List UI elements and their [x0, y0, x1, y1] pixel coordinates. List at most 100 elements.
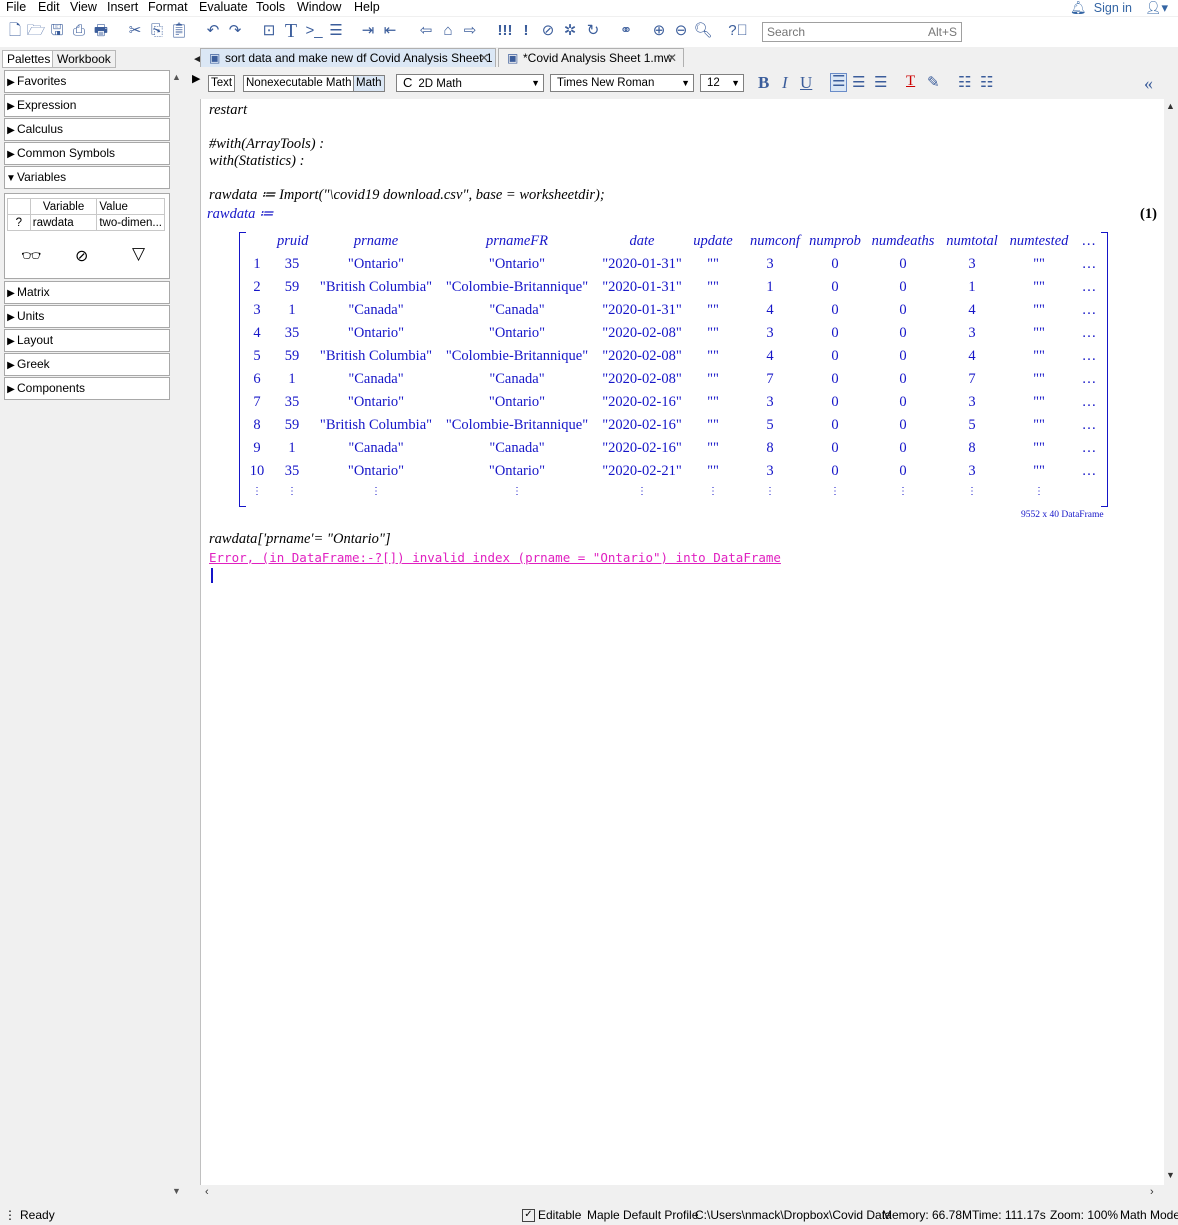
redo-icon[interactable]: ↷: [225, 21, 245, 41]
menu-help[interactable]: Help: [354, 0, 380, 14]
palette-scroll-down-icon[interactable]: ▼: [172, 1186, 181, 1196]
scroll-down-icon[interactable]: ▼: [1166, 1170, 1175, 1180]
new-document-icon[interactable]: 🗋: [5, 21, 25, 41]
menu-insert[interactable]: Insert: [107, 0, 138, 14]
tab-palettes[interactable]: Palettes: [2, 50, 56, 68]
open-icon[interactable]: 🗁: [26, 21, 46, 41]
print-preview-icon[interactable]: 🖶: [91, 21, 111, 41]
menu-evaluate[interactable]: Evaluate: [199, 0, 248, 14]
paragraph-icon[interactable]: ☰: [326, 21, 346, 41]
insert-math-icon[interactable]: ⊡: [259, 21, 279, 41]
menu-window[interactable]: Window: [297, 0, 341, 14]
user-icon[interactable]: 👤︎▾: [1145, 0, 1168, 16]
tab-document-1[interactable]: ▣ sort data and make new df Covid Analys…: [200, 48, 496, 67]
input-with-arraytools[interactable]: #with(ArrayTools) :: [209, 136, 324, 153]
input-with-statistics[interactable]: with(Statistics) :: [209, 153, 304, 170]
close-tab-icon[interactable]: ✕: [667, 49, 677, 67]
input-mode-select[interactable]: C 2D Math ▼: [396, 74, 544, 92]
horizontal-scrollbar[interactable]: ‹ ›: [200, 1185, 1164, 1201]
font-select[interactable]: Times New Roman ▼: [550, 74, 694, 92]
menu-file[interactable]: File: [6, 0, 26, 14]
palette-scroll-up-icon[interactable]: ▲: [172, 72, 181, 82]
hide-icon[interactable]: ⊘: [75, 246, 88, 266]
close-tab-icon[interactable]: ✕: [479, 49, 489, 67]
search-input[interactable]: [765, 24, 919, 40]
palette-greek[interactable]: ▶ Greek: [4, 353, 170, 376]
input-import[interactable]: rawdata ≔ Import("\covid19 download.csv"…: [209, 187, 605, 204]
collapse-right-icon[interactable]: «: [1144, 73, 1153, 94]
save-icon[interactable]: 🖫: [47, 21, 67, 41]
palette-common-symbols[interactable]: ▶ Common Symbols: [4, 142, 170, 165]
palette-expression[interactable]: ▶ Expression: [4, 94, 170, 117]
palette-favorites[interactable]: ▶ Favorites: [4, 70, 170, 93]
menu-edit[interactable]: Edit: [38, 0, 60, 14]
vertical-scrollbar[interactable]: ▲ ▼: [1164, 99, 1178, 1185]
scroll-left-icon[interactable]: ‹: [205, 1186, 209, 1198]
underline-button[interactable]: U: [800, 73, 812, 93]
zoom-in-icon[interactable]: ⊕: [649, 21, 669, 41]
zoom-reset-icon[interactable]: 🔍︎: [693, 21, 713, 41]
bullet-list-icon[interactable]: ☷: [958, 73, 971, 92]
forward-icon[interactable]: ⇨: [460, 21, 480, 41]
editable-checkbox[interactable]: ✓: [522, 1209, 535, 1222]
expand-palettes-icon[interactable]: ▶: [192, 72, 200, 85]
search-box[interactable]: Alt+S: [762, 22, 962, 42]
highlight-icon[interactable]: ✎: [927, 73, 940, 92]
input-restart[interactable]: restart: [209, 102, 247, 119]
italic-button[interactable]: I: [782, 73, 788, 93]
copy-icon[interactable]: ⎘: [147, 21, 167, 41]
column-header-variable[interactable]: Variable: [29, 198, 98, 215]
print-icon[interactable]: ⎙: [69, 21, 89, 41]
table-row[interactable]: ? rawdata two-dimen...: [7, 214, 165, 231]
restart-icon[interactable]: ↻: [583, 21, 603, 41]
execute-icon[interactable]: !: [516, 21, 536, 41]
text-mode-button[interactable]: Text: [208, 75, 236, 92]
outdent-icon[interactable]: ⇤: [380, 21, 400, 41]
palette-layout[interactable]: ▶ Layout: [4, 329, 170, 352]
dataframe-cell: …: [1081, 302, 1097, 318]
indent-icon[interactable]: ⇥: [358, 21, 378, 41]
column-header-value[interactable]: Value: [96, 198, 165, 215]
scroll-right-icon[interactable]: ›: [1150, 1186, 1154, 1198]
palette-units[interactable]: ▶ Units: [4, 305, 170, 328]
home-icon[interactable]: ⌂: [438, 21, 458, 41]
palette-components[interactable]: ▶ Components: [4, 377, 170, 400]
align-right-icon[interactable]: ☰: [874, 73, 887, 92]
align-center-icon[interactable]: ☰: [852, 73, 865, 92]
numbered-list-icon[interactable]: ☷: [980, 73, 993, 92]
bell-icon[interactable]: 🔔︎: [1070, 0, 1087, 16]
font-size-select[interactable]: 12 ▼: [700, 74, 744, 92]
undo-icon[interactable]: ↶: [203, 21, 223, 41]
filter-icon[interactable]: ▽: [132, 244, 145, 264]
scroll-up-icon[interactable]: ▲: [1166, 101, 1175, 111]
bold-button[interactable]: B: [758, 73, 769, 93]
zoom-out-icon[interactable]: ⊖: [671, 21, 691, 41]
sign-in-link[interactable]: Sign in: [1094, 1, 1132, 15]
align-left-icon[interactable]: ☰: [830, 73, 848, 92]
document-icon: ▣: [507, 51, 519, 65]
execution-group-icon[interactable]: >_: [304, 21, 324, 41]
text-color-icon[interactable]: T: [906, 73, 915, 90]
tab-document-2[interactable]: ▣ *Covid Analysis Sheet 1.mw ✕: [498, 48, 684, 67]
menu-tools[interactable]: Tools: [256, 0, 285, 14]
cut-icon[interactable]: ✂: [125, 21, 145, 41]
back-icon[interactable]: ⇦: [416, 21, 436, 41]
input-index-command[interactable]: rawdata['prname'= "Ontario"]: [209, 531, 391, 548]
math-mode-button[interactable]: Math: [353, 75, 385, 92]
tab-workbook[interactable]: Workbook: [52, 50, 116, 68]
palette-variables[interactable]: ▼Variables: [4, 166, 170, 189]
menu-view[interactable]: View: [70, 0, 97, 14]
palette-calculus[interactable]: ▶ Calculus: [4, 118, 170, 141]
stop-icon[interactable]: ⊘: [538, 21, 558, 41]
palette-matrix[interactable]: ▶ Matrix: [4, 281, 170, 304]
insert-text-icon[interactable]: T: [281, 21, 301, 41]
help-icon[interactable]: ?⃝: [728, 21, 748, 41]
execute-all-icon[interactable]: !!!: [495, 21, 515, 41]
link-icon[interactable]: ⚭: [616, 21, 636, 41]
paste-icon[interactable]: 📋︎: [169, 21, 189, 41]
nonexecutable-math-button[interactable]: Nonexecutable Math: [243, 75, 355, 92]
debug-icon[interactable]: ✲: [560, 21, 580, 41]
menu-format[interactable]: Format: [148, 0, 188, 14]
worksheet[interactable]: restart #with(ArrayTools) : with(Statist…: [200, 99, 1165, 1185]
glasses-icon[interactable]: 👓︎: [21, 246, 41, 266]
